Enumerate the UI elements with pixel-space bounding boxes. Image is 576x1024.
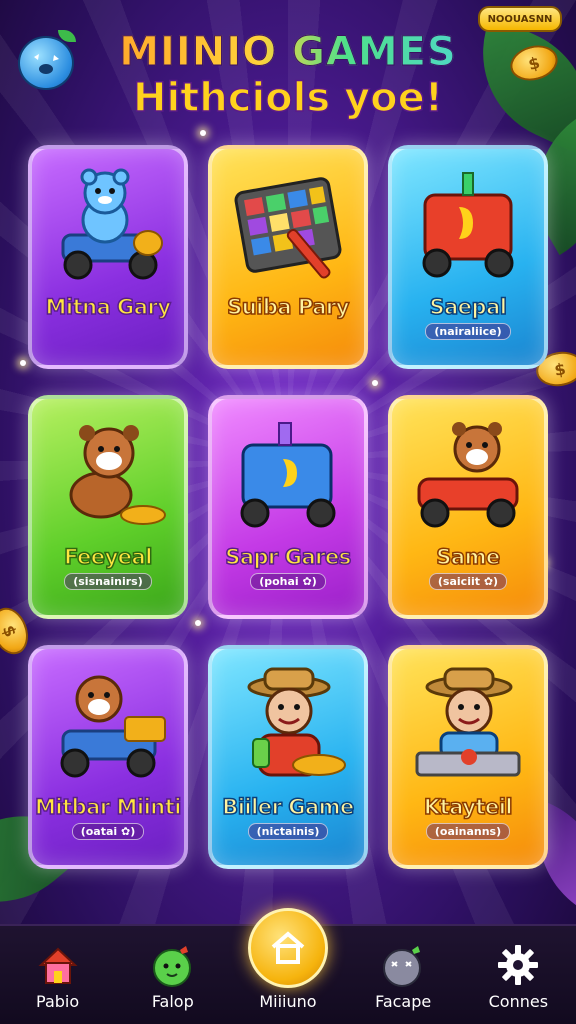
blue-cart-icon: [223, 415, 353, 535]
game-subtitle: (nictainis): [247, 823, 329, 840]
bottom-nav: Pabio Falop Miiiuno Facape Connes: [0, 908, 576, 1024]
game-title: Feeyeal: [63, 544, 153, 570]
nav-label: Falop: [151, 992, 194, 1011]
game-card[interactable]: Sapr Gares (pohai ✿): [208, 395, 368, 619]
robot-cart-icon: [403, 165, 533, 285]
center-home-icon: [247, 908, 328, 988]
squirrel-kart-icon: [43, 665, 173, 785]
game-title: Same: [436, 544, 501, 570]
game-title: Saepal: [429, 294, 508, 320]
bear-kart-icon: [43, 165, 173, 285]
game-title: Biiler Game: [221, 794, 355, 820]
puzzle-board-icon: [223, 165, 353, 285]
page-title: MIINIO GAMES Hithciols yoe!: [0, 32, 576, 121]
game-subtitle: (sisnainirs): [64, 573, 152, 590]
gear-icon: [495, 942, 541, 988]
nav-label: Facape: [375, 992, 432, 1011]
nav-item-pabio[interactable]: Pabio: [8, 942, 108, 1010]
ball-icon: [380, 942, 426, 988]
game-grid: Mitna Gary Suiba Pary Saepal (nairaliice…: [28, 145, 550, 869]
sparkle: [20, 360, 26, 366]
game-title: Mitna Gary: [45, 294, 172, 320]
cook-icon: [223, 665, 353, 785]
game-title: Suiba Pary: [226, 294, 350, 320]
game-subtitle: (oainanns): [425, 823, 511, 840]
nav-label: Miiiuno: [259, 992, 317, 1011]
game-card[interactable]: Saepal (nairaliice): [388, 145, 548, 369]
chef-icon: [403, 665, 533, 785]
game-card[interactable]: Same (saiciit ✿): [388, 395, 548, 619]
game-card[interactable]: Mitna Gary: [28, 145, 188, 369]
game-card[interactable]: Suiba Pary: [208, 145, 368, 369]
nav-item-connes[interactable]: Connes: [468, 942, 568, 1010]
nav-item-facape[interactable]: Facape: [353, 942, 453, 1010]
game-subtitle: (saiciit ✿): [428, 573, 508, 590]
game-subtitle: (pohai ✿): [250, 573, 326, 590]
nav-label: Connes: [488, 992, 549, 1011]
nav-item-falop[interactable]: Falop: [123, 942, 223, 1010]
nav-label: Pabio: [36, 992, 80, 1011]
bear-car-icon: [403, 415, 533, 535]
sparkle: [200, 130, 206, 136]
game-subtitle: (nairaliice): [425, 323, 511, 340]
pea-icon: [150, 942, 196, 988]
badge[interactable]: NOOUASNN: [478, 6, 562, 32]
game-title: Mitbar Miinti: [34, 794, 182, 820]
home-icon: [35, 942, 81, 988]
game-title: Ktayteil: [423, 794, 513, 820]
game-card[interactable]: Biiler Game (nictainis): [208, 645, 368, 869]
game-title: Sapr Gares: [224, 544, 352, 570]
game-card[interactable]: Ktayteil (oainanns): [388, 645, 548, 869]
title-line-1: MIINIO GAMES: [0, 32, 576, 73]
puppy-icon: [43, 415, 173, 535]
game-subtitle: (oatai ✿): [71, 823, 145, 840]
nav-item-miiiuno[interactable]: Miiiuno: [238, 908, 338, 1011]
game-card[interactable]: Feeyeal (sisnainirs): [28, 395, 188, 619]
game-card[interactable]: Mitbar Miinti (oatai ✿): [28, 645, 188, 869]
title-line-2: Hithciols yoe!: [132, 75, 444, 121]
